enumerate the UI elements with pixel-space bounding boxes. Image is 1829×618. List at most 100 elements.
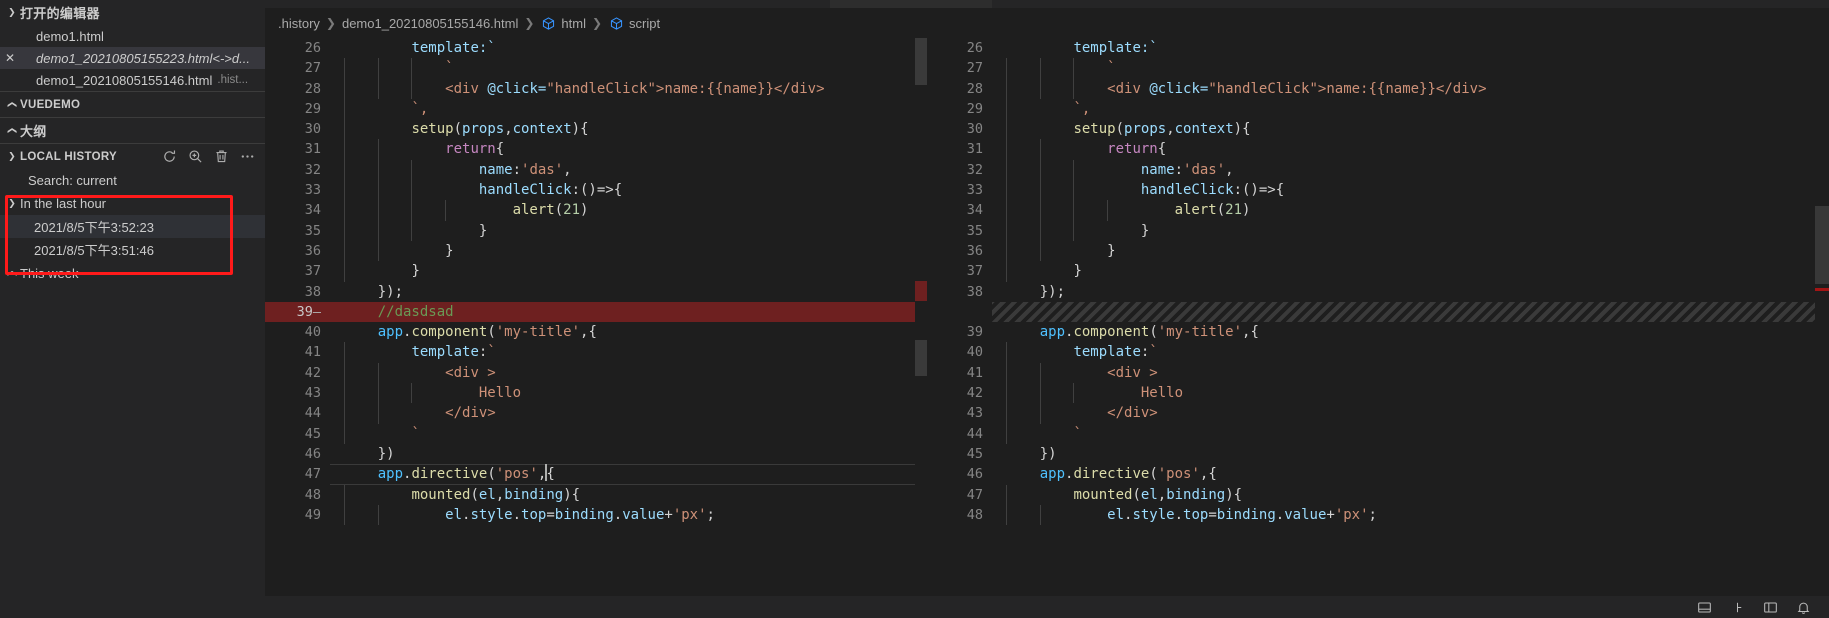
code-line[interactable]: 49 el.style.top=binding.value+'px'; — [265, 504, 915, 526]
line-number: 41 — [304, 344, 321, 361]
code-line[interactable]: 44 </div> — [265, 403, 915, 424]
code-line-text: return{ — [330, 139, 915, 160]
code-line[interactable]: 28 <div @click="handleClick">name:{{name… — [265, 78, 915, 99]
open-editor-item-history[interactable]: demo1_20210805155146.html .hist... — [0, 69, 265, 91]
code-line[interactable]: 45 }) — [927, 444, 1829, 464]
indent-guide — [377, 403, 379, 424]
code-line[interactable]: 38 }); — [927, 282, 1829, 302]
code-line[interactable]: 36 } — [927, 240, 1829, 262]
code-line[interactable]: 37 } — [927, 261, 1829, 282]
code-line[interactable]: 29 `, — [927, 98, 1829, 120]
layout-panel-icon[interactable] — [1696, 599, 1712, 615]
code-line[interactable]: 47 mounted(el,binding){ — [927, 484, 1829, 505]
bell-icon[interactable] — [1795, 599, 1811, 615]
code-line[interactable]: 34 alert(21) — [265, 200, 915, 221]
code-line[interactable]: 46 }) — [265, 444, 915, 464]
active-tab[interactable] — [830, 0, 992, 8]
section-header-open-editors[interactable]: ❯ 打开的编辑器 — [0, 0, 265, 25]
open-editor-item-demo1[interactable]: demo1.html — [0, 25, 265, 47]
chevron-down-icon: ❯ — [8, 7, 16, 17]
code-line[interactable]: 37 } — [265, 261, 915, 282]
editor-tab-strip — [265, 0, 1829, 8]
breadcrumb-item-script[interactable]: script — [608, 15, 660, 31]
code-line[interactable]: 42 <div > — [265, 362, 915, 384]
code-line[interactable]: 40 app.component('my-title',{ — [265, 322, 915, 342]
line-number: 27 — [966, 60, 983, 77]
code-line[interactable]: 43 </div> — [927, 403, 1829, 424]
line-number: 34 — [966, 202, 983, 219]
zoom-in-icon[interactable] — [187, 149, 203, 165]
line-number: 38 — [966, 283, 983, 300]
code-line[interactable]: 29 `, — [265, 98, 915, 120]
code-line[interactable]: 26 template:` — [927, 38, 1829, 58]
code-line[interactable]: 27 ` — [927, 58, 1829, 79]
section-header-local-history[interactable]: ❯ LOCAL HISTORY — [0, 144, 265, 169]
code-line[interactable]: 26 template:` — [265, 38, 915, 58]
overview-ruler[interactable] — [1815, 38, 1829, 596]
code-line[interactable]: 39— //dasdsad — [265, 301, 915, 323]
layout-sidebar-icon[interactable] — [1762, 599, 1778, 615]
code-line[interactable]: 35 } — [927, 220, 1829, 241]
indent-guide — [344, 78, 345, 99]
code-line[interactable]: 45 ` — [265, 423, 915, 444]
code-token: } — [445, 242, 454, 259]
code-token: binding — [1216, 506, 1276, 523]
code-line[interactable]: 31 return{ — [927, 139, 1829, 160]
history-group-this-week[interactable]: ❯ This week — [0, 261, 265, 285]
code-line[interactable]: 35 } — [265, 220, 915, 241]
section-header-vuedemo[interactable]: ❯ VUEDEMO — [0, 92, 265, 117]
history-group-in-the-last-hour[interactable]: ❯ In the last hour — [0, 191, 265, 215]
code-line[interactable]: 28 <div @click="handleClick">name:{{name… — [927, 78, 1829, 99]
code-line[interactable]: 39 app.component('my-title',{ — [927, 322, 1829, 342]
code-line[interactable]: 40 template:` — [927, 342, 1829, 363]
local-history-search-label[interactable]: Search: current — [0, 169, 265, 191]
line-number: 49 — [304, 506, 321, 523]
breadcrumb-item-history[interactable]: .history — [278, 16, 320, 31]
code-line[interactable]: 30 setup(props,context){ — [927, 119, 1829, 140]
code-token: ( — [554, 202, 564, 219]
code-line[interactable]: 33 handleClick:()=>{ — [927, 180, 1829, 201]
close-icon[interactable]: ✕ — [0, 52, 20, 64]
code-line[interactable]: 34 alert(21) — [927, 200, 1829, 221]
more-actions-icon[interactable] — [239, 149, 255, 165]
code-token: 'px' — [1334, 506, 1369, 523]
code-line[interactable]: 41 <div > — [927, 362, 1829, 384]
breadcrumb-item-html[interactable]: html — [540, 15, 586, 31]
line-number: 31 — [304, 141, 321, 158]
code-line[interactable]: 31 return{ — [265, 139, 915, 160]
split-editor-icon[interactable] — [1729, 599, 1745, 615]
code-line[interactable]: 32 name:'das', — [927, 159, 1829, 181]
code-line[interactable]: 36 } — [265, 240, 915, 262]
diff-pane-modified[interactable]: 26 template:` 27 ` 28 <div @click="handleC… — [927, 38, 1829, 596]
code-line[interactable]: 30 setup(props,context){ — [265, 119, 915, 140]
code-lines-modified[interactable]: 26 template:` 27 ` 28 <div @click="handleC… — [927, 38, 1829, 596]
code-token: 'my-title' — [1157, 324, 1243, 341]
history-entry[interactable]: 2021/8/5下午3:52:23 — [0, 215, 265, 238]
code-line[interactable]: 33 handleClick:()=>{ — [265, 180, 915, 201]
code-line[interactable]: 41 template:` — [265, 342, 915, 363]
open-editor-item-diff[interactable]: ✕ demo1_20210805155223.html<->d... — [0, 47, 265, 69]
code-line[interactable]: 42 Hello — [927, 383, 1829, 404]
code-line[interactable]: 27 ` — [265, 58, 915, 79]
refresh-icon[interactable] — [161, 149, 177, 165]
diff-gap-row[interactable] — [927, 301, 1829, 323]
code-line[interactable]: 44 ` — [927, 423, 1829, 444]
line-number: 33 — [304, 182, 321, 199]
section-header-outline[interactable]: ❯ 大纲 — [0, 118, 265, 143]
code-token: context — [1174, 121, 1234, 138]
breadcrumb-item-file[interactable]: demo1_20210805155146.html — [342, 16, 518, 31]
code-line[interactable]: 46 app.directive('pos',{ — [927, 464, 1829, 484]
history-entry[interactable]: 2021/8/5下午3:51:46 — [0, 238, 265, 261]
code-line[interactable]: 32 name:'das', — [265, 159, 915, 181]
trash-icon[interactable] — [213, 149, 229, 165]
code-line[interactable]: 48 el.style.top=binding.value+'px'; — [927, 504, 1829, 526]
code-line[interactable]: 38 }); — [265, 282, 915, 302]
code-line[interactable]: 48 mounted(el,binding){ — [265, 484, 915, 505]
scrollbar-thumb[interactable] — [1815, 206, 1829, 284]
diff-pane-original[interactable]: 26 template:` 27 ` 28 <div @click="handleC… — [265, 38, 915, 596]
indent-guide — [1006, 383, 1007, 404]
code-line[interactable]: 43 Hello — [265, 383, 915, 404]
code-line[interactable]: 47 app.directive('pos',{ — [265, 464, 915, 484]
code-lines-original[interactable]: 26 template:` 27 ` 28 <div @click="handleC… — [265, 38, 915, 596]
